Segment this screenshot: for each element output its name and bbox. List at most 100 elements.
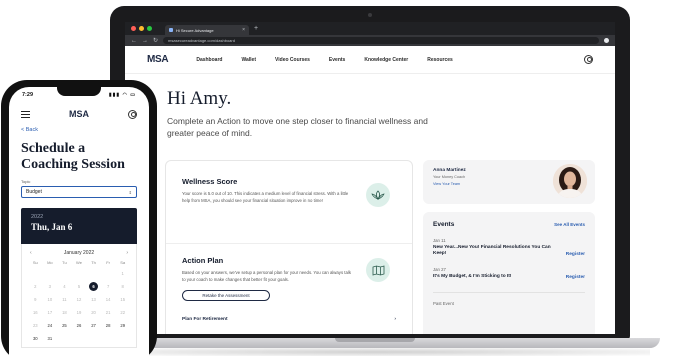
chevron-right-icon: › <box>394 317 396 322</box>
msa-logo[interactable]: MSA <box>69 109 89 119</box>
user-icon[interactable] <box>128 109 137 119</box>
window-close-dot[interactable] <box>131 26 136 31</box>
user-icon[interactable] <box>584 55 593 64</box>
actions-card: Wellness Score Your score is 5.0 out of … <box>165 160 413 334</box>
browser-tab[interactable]: Hi Secure Advantage × <box>165 25 249 35</box>
wellness-body: Your score is 5.0 out of 10. This indica… <box>182 191 349 203</box>
calendar-day[interactable]: 27 <box>86 321 101 330</box>
new-tab-icon[interactable]: + <box>254 25 258 32</box>
topic-value: Budget <box>26 189 42 195</box>
calendar-day[interactable]: 15 <box>115 295 130 304</box>
calendar-day[interactable]: 6 <box>86 282 101 291</box>
register-button[interactable]: Register <box>566 252 585 257</box>
calendar-day[interactable]: 13 <box>86 295 101 304</box>
nav-resources[interactable]: Resources <box>427 57 453 63</box>
chevron-left-icon[interactable]: ‹ <box>30 250 32 256</box>
event-item: Jan 11 New Year...New You! Financial Res… <box>433 238 585 257</box>
calendar-day[interactable]: 31 <box>43 334 58 343</box>
window-minimize-dot[interactable] <box>139 26 144 31</box>
calendar-day[interactable]: 29 <box>115 321 130 330</box>
dashboard-content: Wellness Score Your score is 5.0 out of … <box>165 160 595 334</box>
camera-dot <box>368 13 372 17</box>
calendar-empty-cell <box>28 269 43 278</box>
calendar-month-row: ‹ January 2022 › <box>28 248 130 260</box>
calendar-day[interactable]: 17 <box>43 308 58 317</box>
nav-dashboard[interactable]: Dashboard <box>196 57 222 63</box>
map-icon <box>366 258 390 282</box>
calendar-day[interactable]: 19 <box>72 308 87 317</box>
browser-tab-bar: Hi Secure Advantage × + <box>125 22 615 35</box>
calendar-year[interactable]: 2022 <box>31 214 127 220</box>
close-icon[interactable]: × <box>242 27 245 33</box>
calendar-day[interactable]: 3 <box>43 282 58 291</box>
calendar-day[interactable]: 1 <box>115 269 130 278</box>
calendar-day[interactable]: 14 <box>101 295 116 304</box>
calendar-day[interactable]: 28 <box>101 321 116 330</box>
calendar-day[interactable]: 12 <box>72 295 87 304</box>
reload-icon[interactable]: ↻ <box>153 37 158 44</box>
chevron-right-icon[interactable]: › <box>126 250 128 256</box>
calendar-day[interactable]: 8 <box>115 282 130 291</box>
calendar-day[interactable]: 23 <box>28 321 43 330</box>
weekday-label: Tu <box>62 260 67 265</box>
calendar-day[interactable]: 2 <box>28 282 43 291</box>
calendar-day[interactable]: 30 <box>28 334 43 343</box>
calendar-day[interactable]: 26 <box>72 321 87 330</box>
see-all-events-link[interactable]: See All Events <box>554 222 585 227</box>
nav-wallet[interactable]: Wallet <box>241 57 256 63</box>
calendar-day[interactable]: 11 <box>57 295 72 304</box>
calendar-day[interactable]: 25 <box>57 321 72 330</box>
selected-day-marker: 6 <box>89 282 99 291</box>
phone-nav: MSA <box>9 103 149 125</box>
retake-assessment-button[interactable]: Retake the Assessment <box>182 290 270 301</box>
action-plan-body: Based on your answers, we've setup a per… <box>182 270 351 282</box>
calendar-day[interactable]: 4 <box>57 282 72 291</box>
wellness-title: Wellness Score <box>182 177 238 186</box>
calendar-empty-cell <box>72 269 87 278</box>
phone-screen: 7:29 ▮▮▮ ◠ ▭ MSA < Back Schedule a Coach… <box>9 87 149 362</box>
nav-links: Dashboard Wallet Video Courses Events Kn… <box>196 57 584 63</box>
calendar-day[interactable]: 5 <box>72 282 87 291</box>
calendar-day[interactable]: 20 <box>86 308 101 317</box>
calendar-empty-cell <box>101 269 116 278</box>
calendar-day[interactable]: 16 <box>28 308 43 317</box>
past-event-label: Past Event <box>433 292 585 306</box>
weekday-label: Sa <box>120 260 126 265</box>
calendar-empty-cell <box>86 269 101 278</box>
tab-title: Hi Secure Advantage <box>176 27 214 33</box>
greeting: Hi Amy. <box>167 88 232 109</box>
url-field[interactable]: msasecureadvantage.com/dashboard <box>163 37 599 44</box>
calendar-day[interactable]: 7 <box>101 282 116 291</box>
back-arrow-icon[interactable]: ← <box>131 38 137 44</box>
browser-profile-icon[interactable] <box>604 38 609 43</box>
weekday-label: We <box>76 260 82 265</box>
hero-subtitle: Complete an Action to move one step clos… <box>167 116 428 138</box>
nav-knowledge-center[interactable]: Knowledge Center <box>364 57 408 63</box>
calendar-day[interactable]: 21 <box>101 308 116 317</box>
phone-frame: 7:29 ▮▮▮ ◠ ▭ MSA < Back Schedule a Coach… <box>1 80 157 362</box>
calendar-day[interactable]: 18 <box>57 308 72 317</box>
calendar-day[interactable]: 9 <box>28 295 43 304</box>
event-item: Jan 27 It's My Budget, & I'm Sticking to… <box>433 267 585 280</box>
calendar-day[interactable]: 10 <box>43 295 58 304</box>
calendar-grid: Su Mo Tu We Th Fr Sa 1 2 3 4 5 6 7 8 9 10 11 12 13 14 15 16 17 1… <box>28 260 130 343</box>
register-button[interactable]: Register <box>566 275 585 280</box>
msa-logo[interactable]: MSA <box>147 54 169 65</box>
event-title: New Year...New You! Financial Resolution… <box>433 245 551 256</box>
window-maximize-dot[interactable] <box>147 26 152 31</box>
nav-events[interactable]: Events <box>329 57 345 63</box>
menu-icon[interactable] <box>21 110 30 118</box>
phone-notch <box>57 87 101 96</box>
status-time: 7:29 <box>22 92 34 98</box>
weekday-label: Th <box>91 260 96 265</box>
calendar-day[interactable]: 22 <box>115 308 130 317</box>
calendar-selected-date: Thu, Jan 6 <box>31 222 73 232</box>
topic-select[interactable]: Budget ⇕ <box>21 186 137 198</box>
plan-item-row[interactable]: Plan For Retirement › <box>182 317 396 322</box>
status-icons: ▮▮▮ ◠ ▭ <box>108 92 136 98</box>
forward-arrow-icon[interactable]: → <box>142 38 148 44</box>
back-link[interactable]: < Back <box>9 125 149 135</box>
nav-video-courses[interactable]: Video Courses <box>275 57 310 63</box>
calendar-day[interactable]: 24 <box>43 321 58 330</box>
action-plan-title: Action Plan <box>182 256 224 265</box>
